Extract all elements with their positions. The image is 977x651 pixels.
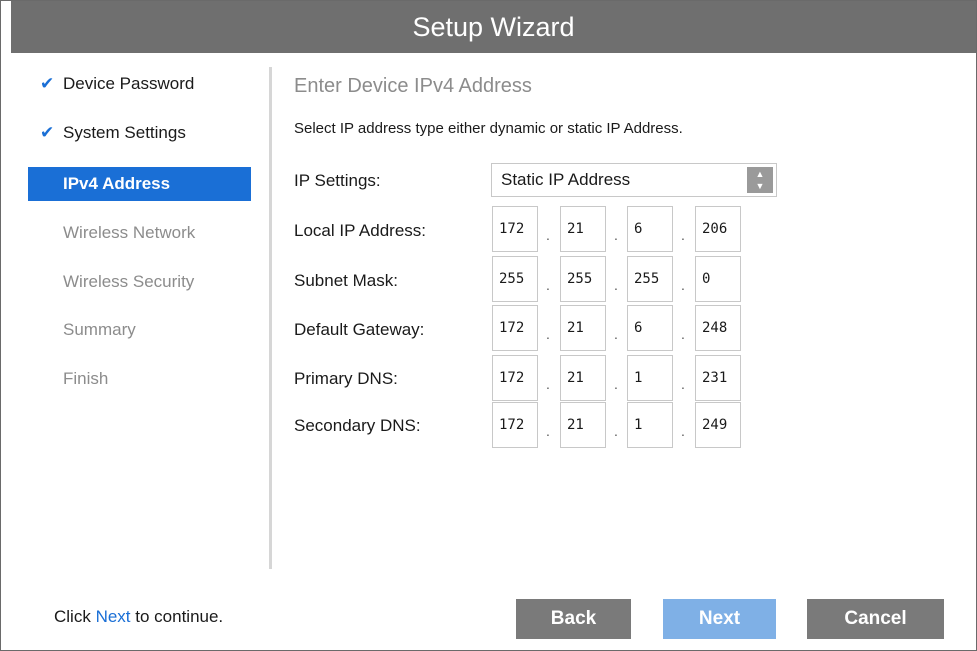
step-ipv4-address[interactable]: IPv4 Address: [28, 167, 251, 201]
cancel-button[interactable]: Cancel: [807, 599, 944, 639]
footer-hint: Click Next to continue.: [54, 607, 223, 627]
local-ip-octet-2[interactable]: 21: [560, 206, 606, 252]
step-system-settings[interactable]: ✔ System Settings: [28, 116, 251, 150]
octet-separator: .: [614, 227, 618, 243]
octet-separator: .: [681, 423, 685, 439]
octet-separator: .: [546, 423, 550, 439]
octet-separator: .: [614, 277, 618, 293]
titlebar-edge: [1, 1, 11, 53]
check-icon: ✔: [40, 123, 55, 142]
primary-dns-octet-1[interactable]: 172: [492, 355, 538, 401]
ip-settings-value: Static IP Address: [501, 170, 631, 189]
footer-hint-suffix: to continue.: [130, 607, 224, 626]
octet-separator: .: [546, 376, 550, 392]
primary-dns-octet-4[interactable]: 231: [695, 355, 741, 401]
octet-separator: .: [681, 376, 685, 392]
step-label: Wireless Security: [63, 272, 195, 291]
default-gateway-octet-3[interactable]: 6: [627, 305, 673, 351]
content-subtitle: Select IP address type either dynamic or…: [294, 120, 683, 137]
primary-dns-octet-3[interactable]: 1: [627, 355, 673, 401]
local-ip-octet-1[interactable]: 172: [492, 206, 538, 252]
step-label: Finish: [63, 369, 109, 388]
octet-separator: .: [614, 326, 618, 342]
primary-dns-label: Primary DNS:: [294, 369, 398, 388]
content-title: Enter Device IPv4 Address: [294, 75, 532, 97]
subnet-mask-octet-4[interactable]: 0: [695, 256, 741, 302]
footer-hint-next-link[interactable]: Next: [96, 607, 131, 626]
step-summary: Summary: [28, 313, 251, 347]
secondary-dns-octet-3[interactable]: 1: [627, 402, 673, 448]
octet-separator: .: [681, 227, 685, 243]
octet-separator: .: [681, 326, 685, 342]
sidebar-divider: [269, 67, 272, 569]
octet-separator: .: [546, 227, 550, 243]
step-label: Device Password: [63, 74, 195, 93]
check-icon: ✔: [40, 74, 55, 93]
updown-arrows-icon[interactable]: ▲ ▼: [747, 167, 773, 193]
secondary-dns-octet-2[interactable]: 21: [560, 402, 606, 448]
step-device-password[interactable]: ✔ Device Password: [28, 67, 251, 101]
setup-wizard-window: Setup Wizard ✔ Device Password ✔ System …: [0, 0, 977, 651]
secondary-dns-octet-4[interactable]: 249: [695, 402, 741, 448]
step-finish: Finish: [28, 362, 251, 396]
default-gateway-label: Default Gateway:: [294, 320, 425, 339]
primary-dns-octet-2[interactable]: 21: [560, 355, 606, 401]
step-wireless-security: Wireless Security: [28, 265, 251, 299]
step-label: Wireless Network: [63, 223, 196, 242]
local-ip-octet-3[interactable]: 6: [627, 206, 673, 252]
subnet-mask-label: Subnet Mask:: [294, 271, 398, 290]
octet-separator: .: [681, 277, 685, 293]
octet-separator: .: [614, 376, 618, 392]
step-label: System Settings: [63, 123, 186, 142]
window-title: Setup Wizard: [11, 1, 976, 53]
subnet-mask-octet-3[interactable]: 255: [627, 256, 673, 302]
local-ip-label: Local IP Address:: [294, 221, 426, 240]
default-gateway-octet-4[interactable]: 248: [695, 305, 741, 351]
step-label: IPv4 Address: [63, 174, 171, 193]
default-gateway-octet-1[interactable]: 172: [492, 305, 538, 351]
subnet-mask-octet-2[interactable]: 255: [560, 256, 606, 302]
octet-separator: .: [614, 423, 618, 439]
back-button[interactable]: Back: [516, 599, 631, 639]
footer-hint-prefix: Click: [54, 607, 96, 626]
octet-separator: .: [546, 326, 550, 342]
default-gateway-octet-2[interactable]: 21: [560, 305, 606, 351]
step-wireless-network: Wireless Network: [28, 216, 251, 250]
octet-separator: .: [546, 277, 550, 293]
local-ip-octet-4[interactable]: 206: [695, 206, 741, 252]
ip-settings-select[interactable]: Static IP Address ▲ ▼: [491, 163, 777, 197]
ip-settings-label: IP Settings:: [294, 171, 381, 190]
subnet-mask-octet-1[interactable]: 255: [492, 256, 538, 302]
secondary-dns-octet-1[interactable]: 172: [492, 402, 538, 448]
next-button[interactable]: Next: [663, 599, 776, 639]
step-label: Summary: [63, 320, 136, 339]
secondary-dns-label: Secondary DNS:: [294, 416, 421, 435]
